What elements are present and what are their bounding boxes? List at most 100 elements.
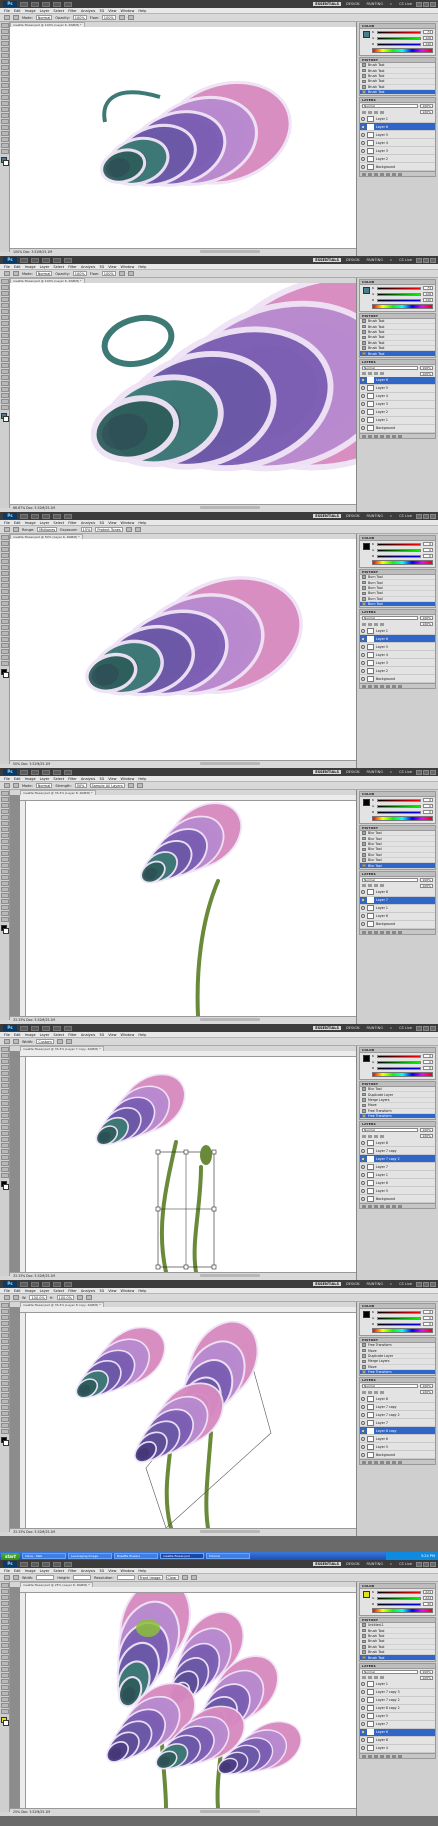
visibility-eye-icon[interactable] <box>361 410 365 415</box>
tool-icon[interactable] <box>0 1625 9 1630</box>
option-field[interactable] <box>116 1575 135 1580</box>
lock-icon[interactable] <box>374 884 378 888</box>
visibility-eye-icon[interactable] <box>361 890 365 895</box>
menu-select[interactable]: Select <box>53 777 64 781</box>
fill-field[interactable]: 100% <box>420 1675 433 1680</box>
tool-icon[interactable] <box>0 1405 9 1410</box>
menu-help[interactable]: Help <box>138 9 146 13</box>
layers-footer-icon[interactable] <box>380 1205 384 1209</box>
visibility-eye-icon[interactable] <box>361 402 365 407</box>
visibility-eye-icon[interactable] <box>361 906 365 911</box>
tool-icon[interactable] <box>0 1339 9 1344</box>
tool-icon[interactable] <box>0 1655 9 1660</box>
app-bar-icon[interactable] <box>20 257 28 263</box>
menu-file[interactable]: File <box>4 9 10 13</box>
background-color-swatch[interactable] <box>3 1184 9 1190</box>
tool-icon[interactable] <box>0 77 9 82</box>
tool-icon[interactable] <box>0 95 9 100</box>
tool-icon[interactable] <box>0 1703 9 1708</box>
tool-icon[interactable] <box>0 357 9 362</box>
color-slider[interactable] <box>377 1322 421 1326</box>
tablet-pressure-icon[interactable] <box>190 1575 197 1580</box>
layer-row[interactable]: Layer 8 <box>360 889 435 897</box>
minimize-button[interactable] <box>416 1025 422 1031</box>
color-slider[interactable] <box>377 804 421 808</box>
lock-icon[interactable] <box>374 1134 378 1138</box>
app-bar-icon[interactable] <box>42 513 50 519</box>
tool-icon[interactable] <box>0 1143 9 1148</box>
tool-icon[interactable] <box>0 803 9 808</box>
document-tab[interactable]: rosette flower.psd @ 33.3% (Layer 8, RGB… <box>20 790 96 795</box>
tool-icon[interactable] <box>0 345 9 350</box>
app-bar-icon[interactable] <box>31 1025 39 1031</box>
app-bar-icon[interactable] <box>31 1 39 7</box>
layer-row[interactable]: Layer 8 <box>360 1395 435 1404</box>
layers-footer-icon[interactable] <box>374 434 378 438</box>
visibility-eye-icon[interactable] <box>361 116 365 121</box>
tool-icon[interactable] <box>0 857 9 862</box>
app-bar-icon[interactable] <box>20 1 28 7</box>
tool-icon[interactable] <box>0 1589 9 1594</box>
menu-filter[interactable]: Filter <box>68 1289 77 1293</box>
menu-analysis[interactable]: Analysis <box>81 265 95 269</box>
airbrush-toggle-icon[interactable] <box>181 1575 188 1580</box>
tool-icon[interactable] <box>0 279 9 284</box>
tool-icon[interactable] <box>0 1053 9 1058</box>
maximize-button[interactable] <box>423 1281 429 1287</box>
layers-footer-icon[interactable] <box>398 173 402 177</box>
cs-live-button[interactable]: CS Live <box>397 2 414 6</box>
app-bar-icon[interactable] <box>64 1281 72 1287</box>
layers-footer-icon[interactable] <box>374 930 378 934</box>
blend-mode-select[interactable]: Normal <box>362 877 419 882</box>
app-bar-icon[interactable] <box>64 1561 72 1567</box>
app-bar-icon[interactable] <box>20 769 28 775</box>
tool-icon[interactable] <box>0 1071 9 1076</box>
menu-3d[interactable]: 3D <box>99 9 104 13</box>
taskbar-item[interactable]: Leveraging Image <box>67 1553 112 1559</box>
document-canvas[interactable] <box>26 801 356 1016</box>
color-ramp[interactable] <box>372 48 433 53</box>
tool-icon[interactable] <box>0 839 9 844</box>
tool-icon[interactable] <box>0 1059 9 1064</box>
menu-image[interactable]: Image <box>25 777 36 781</box>
layer-row[interactable]: Layer 7 <box>360 1419 435 1428</box>
app-bar-icon[interactable] <box>42 1 50 7</box>
visibility-eye-icon[interactable] <box>361 426 365 431</box>
workspace-essentials[interactable]: ESSENTIALS <box>313 1282 341 1286</box>
color-ramp[interactable] <box>372 304 433 309</box>
current-color-box[interactable] <box>363 1311 370 1318</box>
tool-icon[interactable] <box>0 791 9 796</box>
layer-row[interactable]: Layer 4 <box>360 651 435 660</box>
visibility-eye-icon[interactable] <box>361 1706 365 1711</box>
layers-footer-icon[interactable] <box>362 434 366 438</box>
color-slider[interactable] <box>377 286 421 290</box>
color-ramp[interactable] <box>372 1072 433 1077</box>
layers-footer-icon[interactable] <box>368 1461 372 1465</box>
option-field[interactable]: Front Image <box>137 1575 163 1580</box>
layers-footer-icon[interactable] <box>386 930 390 934</box>
lock-icon[interactable] <box>374 1676 378 1680</box>
lock-icon[interactable] <box>368 1134 372 1138</box>
menu-help[interactable]: Help <box>138 521 146 525</box>
menu-analysis[interactable]: Analysis <box>81 1033 95 1037</box>
lock-icon[interactable] <box>368 884 372 888</box>
layers-footer-icon[interactable] <box>368 685 372 689</box>
tool-icon[interactable] <box>0 881 9 886</box>
fill-field[interactable]: 100% <box>420 371 433 376</box>
visibility-eye-icon[interactable] <box>361 1690 365 1695</box>
blend-mode-select[interactable]: Normal <box>362 365 419 370</box>
visibility-eye-icon[interactable] <box>361 1436 365 1441</box>
layer-row[interactable]: Layer 7 copy <box>360 1403 435 1412</box>
layer-row[interactable]: Layer 1 <box>360 1171 435 1180</box>
layer-row[interactable]: Layer 6 <box>360 913 435 921</box>
channel-value[interactable]: 0 <box>423 542 433 546</box>
tool-icon[interactable] <box>0 381 9 386</box>
horizontal-scrollbar[interactable] <box>200 1274 260 1277</box>
brush-preset-icon[interactable] <box>13 527 19 532</box>
menu-analysis[interactable]: Analysis <box>81 777 95 781</box>
document-tab[interactable]: rosette flower.psd @ 33.3% (Layer 8 copy… <box>20 1302 104 1307</box>
cs-live-button[interactable]: CS Live <box>397 258 414 262</box>
layers-footer-icon[interactable] <box>380 434 384 438</box>
opacity-field[interactable]: 100% <box>420 877 433 882</box>
tool-preset-icon[interactable] <box>4 527 10 532</box>
